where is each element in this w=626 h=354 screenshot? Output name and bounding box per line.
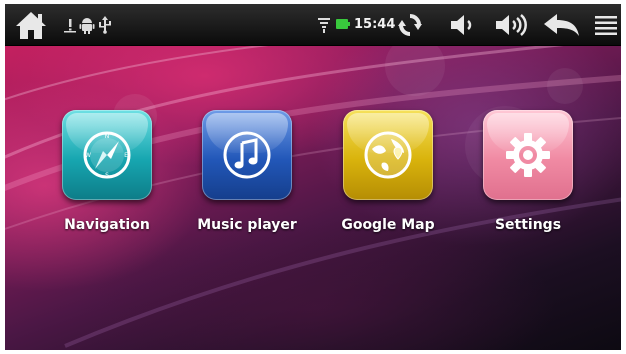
- music-note-icon: [223, 131, 271, 179]
- android-debug-icon: [79, 16, 95, 34]
- app-label-music-player: Music player: [197, 217, 297, 233]
- usb-icon: [97, 16, 113, 34]
- app-music-player[interactable]: Music player: [187, 110, 307, 280]
- svg-text:N: N: [105, 133, 110, 140]
- app-navigation[interactable]: N S W E Navigation: [47, 110, 167, 280]
- settings-tile[interactable]: [483, 110, 573, 200]
- app-label-settings: Settings: [494, 217, 562, 233]
- volume-up-icon[interactable]: [494, 12, 528, 38]
- status-clock: 15:44: [354, 17, 396, 32]
- svg-text:W: W: [85, 152, 91, 159]
- refresh-icon[interactable]: [396, 11, 424, 39]
- volume-down-icon[interactable]: [447, 12, 477, 38]
- warning-icon: [63, 17, 77, 33]
- svg-text:S: S: [105, 172, 109, 179]
- home-icon[interactable]: [13, 8, 49, 42]
- svg-text:E: E: [124, 152, 128, 159]
- back-icon[interactable]: [540, 11, 582, 39]
- app-settings[interactable]: Settings: [468, 110, 588, 280]
- app-label-navigation: Navigation: [64, 217, 150, 233]
- app-google-map[interactable]: Google Map: [328, 110, 448, 280]
- gear-icon: [506, 133, 550, 177]
- menu-icon[interactable]: [593, 12, 619, 38]
- device-screen: 15:44 N S W E Navigation Music player Go…: [5, 4, 621, 350]
- battery-icon: [335, 17, 350, 31]
- music-player-tile[interactable]: [202, 110, 292, 200]
- wifi-icon: [317, 16, 331, 34]
- status-bar: 15:44: [5, 4, 621, 46]
- app-label-google-map: Google Map: [341, 217, 435, 233]
- google-map-tile[interactable]: [343, 110, 433, 200]
- compass-icon: N S W E: [83, 131, 131, 179]
- navigation-tile[interactable]: N S W E: [62, 110, 152, 200]
- globe-pin-icon: [364, 131, 412, 179]
